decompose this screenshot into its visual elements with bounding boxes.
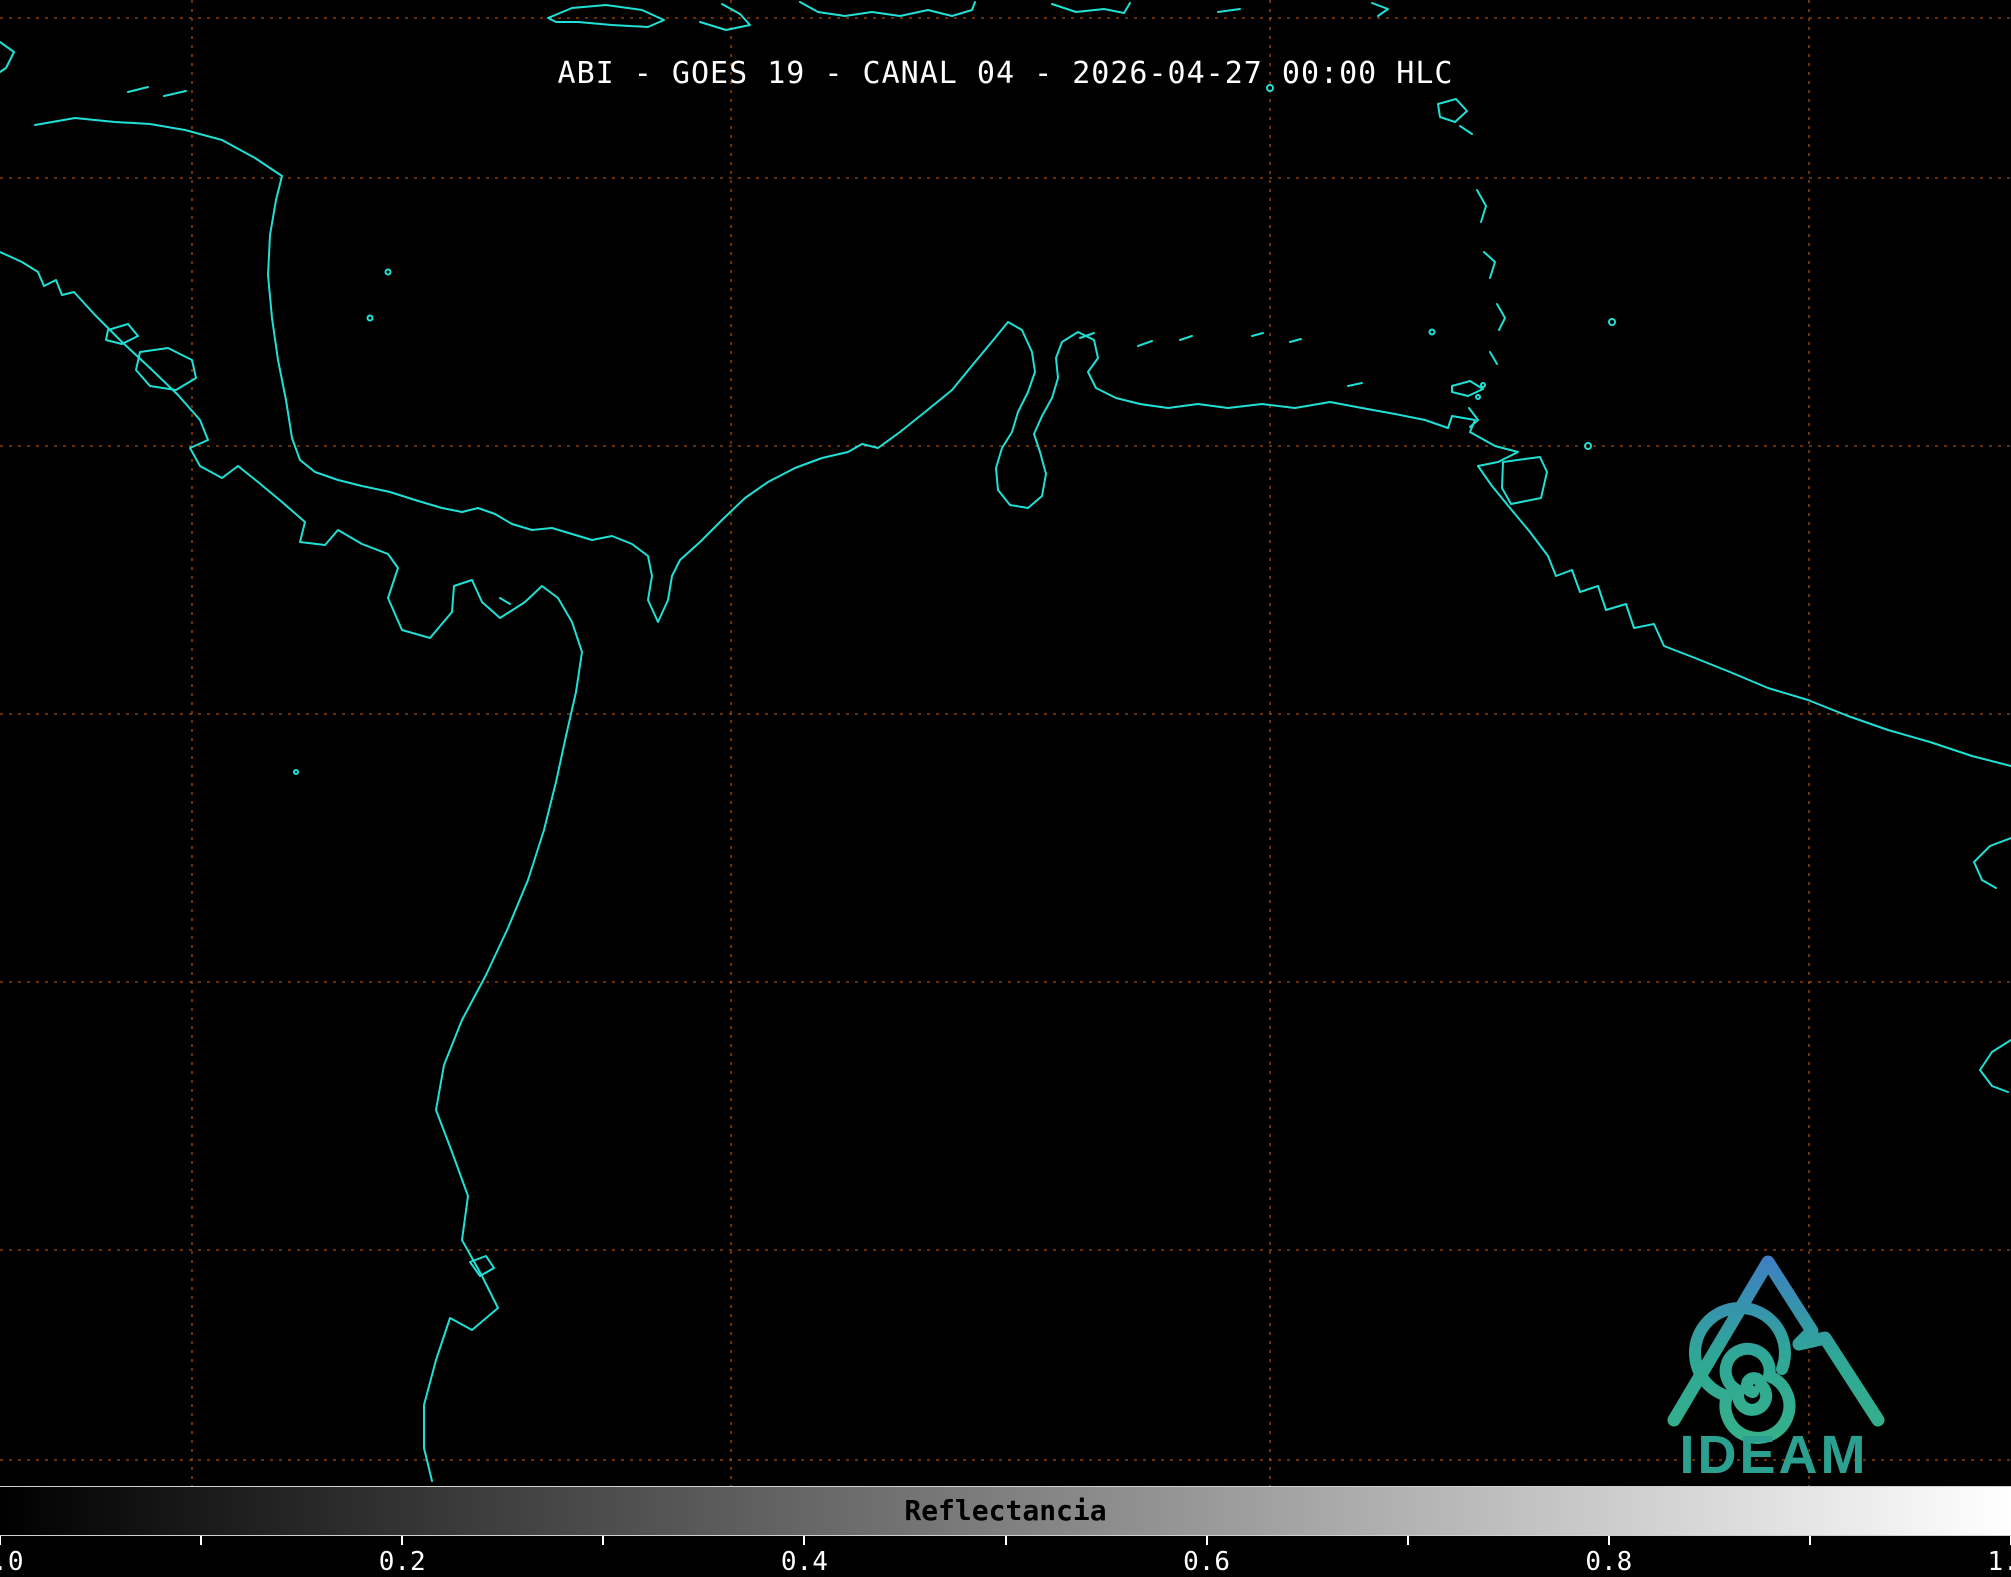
hispaniola-west-coast [699,3,751,31]
guadeloupe-island [1437,98,1468,123]
colorbar-tick-label: 0.6 [1183,1547,1231,1577]
coast-fragment [1973,837,2011,889]
bay-islands [163,90,187,97]
tobago-island [1584,442,1592,450]
colorbar-tick [1406,1536,1409,1545]
colorbar-tick [401,1536,404,1545]
small-island [1217,8,1241,13]
image-title: ABI - GOES 19 - CANAL 04 - 2026-04-27 00… [557,56,1454,91]
satellite-image-page: { "header": { "title": "ABI - GOES 19 - … [0,0,2011,1577]
dominica-island [1476,189,1487,223]
abc-islands [1137,340,1153,347]
jamaica-island [547,4,665,28]
colorbar: Reflectancia [0,1486,2011,1536]
trinidad-island [1501,456,1548,505]
ideam-logo-text: IDEAM [1679,1425,1869,1485]
colorbar-tick-label: 0.2 [378,1547,426,1577]
colorbar-tick [0,1536,1,1545]
hispaniola-south-coast [799,1,976,17]
colorbar-tick [1808,1536,1811,1545]
colorbar-tick [1004,1536,1007,1545]
small-island [1251,332,1264,337]
small-island [1371,2,1389,17]
colorbar-tick-label: 0.8 [1585,1547,1633,1577]
barbados-island [1608,318,1616,326]
colorbar-tick-label: 1.0 [1987,1547,2011,1577]
colorbar-axis: 0.0 0.2 0.4 0.6 0.8 1.0 [0,1536,2011,1577]
colorbar-tick [200,1536,203,1545]
satellite-map-canvas [0,0,2011,1486]
colorbar-tick [1205,1536,1208,1545]
san-andres-island [366,314,374,322]
small-island [293,769,299,775]
colorbar-tick [1607,1536,1610,1545]
abc-islands [1179,335,1193,341]
st-vincent-island [1489,351,1498,365]
mountain-icon [1667,1255,1885,1427]
small-island [1475,394,1481,400]
grenada-island [1468,407,1479,428]
puerto-rico-coast [1051,2,1131,14]
caribbean-mainland-coast [34,117,2011,767]
ideam-logo [1667,1255,1885,1444]
martinique-island [1483,251,1496,279]
small-island [1480,382,1486,388]
providencia-island [384,268,392,276]
guadeloupe-island [1459,125,1473,135]
small-island [1289,338,1302,343]
coastlines [0,1,2011,1482]
colorbar-tick [602,1536,605,1545]
latlon-grid [0,0,2011,1486]
small-island [1347,382,1363,387]
small-island [1428,328,1436,336]
colorbar-tick [803,1536,806,1545]
margarita-island [1451,380,1484,397]
colorbar-label: Reflectancia [904,1494,1107,1527]
pearl-islands [499,597,511,605]
colorbar-tick-label: 0.0 [0,1547,24,1577]
st-lucia-island [1496,303,1506,331]
coast-fragment [1979,1039,2011,1093]
colorbar-tick-label: 0.4 [780,1547,828,1577]
